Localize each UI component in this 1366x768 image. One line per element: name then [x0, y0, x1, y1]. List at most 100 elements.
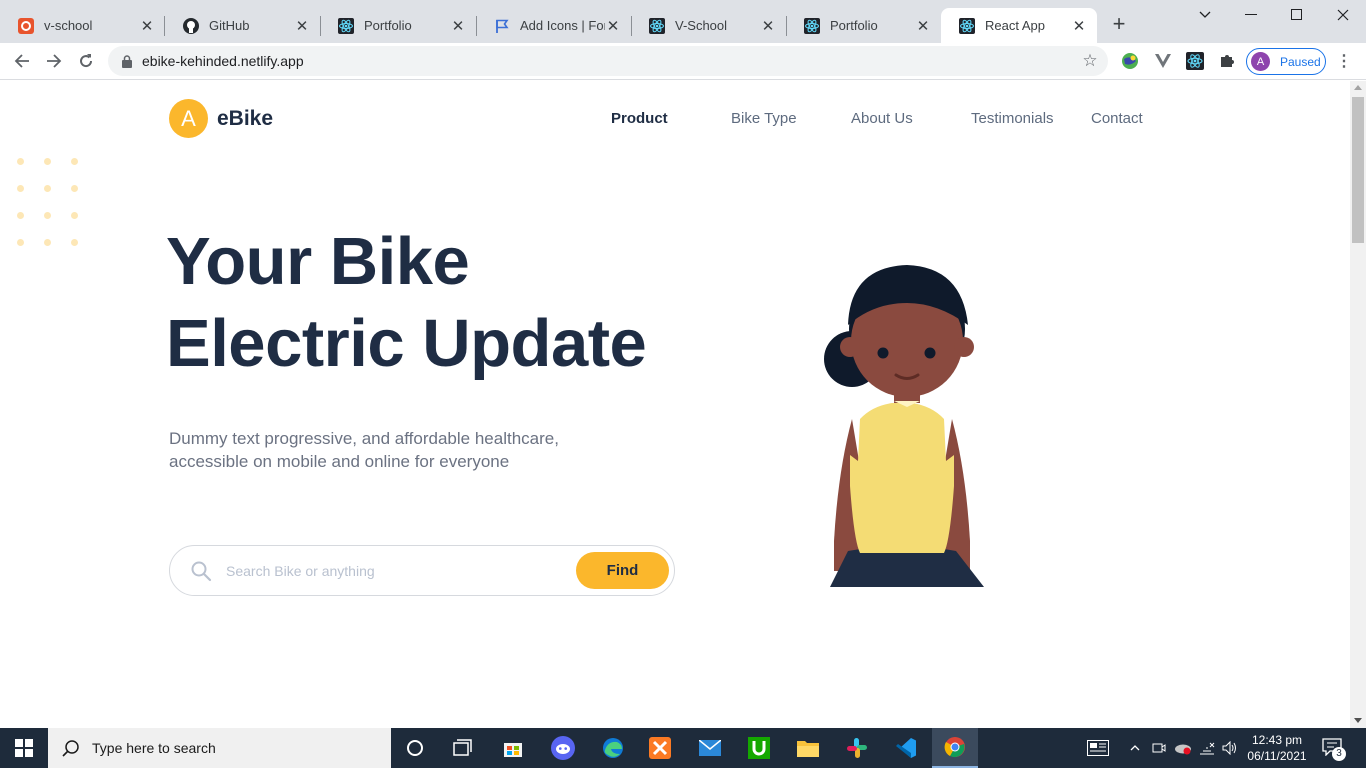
mail-icon[interactable] — [687, 728, 733, 768]
browser-tab[interactable]: GitHub ✕ — [165, 8, 320, 43]
menu-kebab-icon[interactable]: ⋮ — [1336, 51, 1352, 71]
upwork-icon[interactable] — [736, 728, 782, 768]
cortana-icon[interactable] — [392, 728, 438, 768]
reload-icon[interactable] — [74, 49, 98, 73]
slack-icon[interactable] — [834, 728, 880, 768]
vschool-icon — [18, 17, 34, 34]
tab-title: React App — [985, 18, 1045, 33]
clock-date: 06/11/2021 — [1247, 749, 1307, 763]
xampp-icon[interactable] — [637, 728, 683, 768]
logo-text: eBike — [217, 106, 274, 130]
close-icon[interactable]: ✕ — [450, 18, 466, 35]
taskbar-search-placeholder: Type here to search — [92, 740, 216, 756]
extension-vue-icon[interactable] — [1153, 51, 1173, 71]
nav-link-about-us[interactable]: About Us — [851, 110, 913, 127]
network-icon[interactable] — [1198, 728, 1216, 768]
taskbar-search-box[interactable]: Type here to search — [48, 728, 391, 768]
extensions-puzzle-icon[interactable] — [1217, 51, 1237, 71]
address-bar[interactable]: ebike-kehinded.netlify.app ☆ — [108, 46, 1108, 76]
tab-title: Portfolio — [830, 18, 878, 33]
vscode-icon[interactable] — [883, 728, 929, 768]
tab-title: Add Icons | Font — [520, 18, 605, 33]
tab-title: GitHub — [209, 18, 250, 33]
notifications-icon[interactable]: 3 — [1322, 738, 1346, 761]
back-arrow-icon[interactable] — [10, 49, 34, 73]
logo-mark: A — [169, 99, 208, 138]
close-icon[interactable]: ✕ — [915, 18, 931, 35]
lock-icon[interactable] — [120, 54, 134, 68]
browser-tab[interactable]: Portfolio ✕ — [320, 8, 476, 43]
scrollbar-thumb[interactable] — [1352, 97, 1364, 243]
chevron-up-icon[interactable] — [1126, 728, 1144, 768]
page-viewport: A eBike Product Bike Type About Us Testi… — [0, 81, 1350, 728]
nav-link-testimonials[interactable]: Testimonials — [971, 110, 1054, 127]
page-scrollbar[interactable] — [1350, 81, 1366, 728]
avatar: A — [1251, 52, 1270, 71]
close-icon[interactable]: ✕ — [605, 18, 621, 35]
windows-start-icon[interactable] — [0, 728, 48, 768]
clock-time: 12:43 pm — [1251, 733, 1303, 747]
person-illustration — [812, 241, 992, 587]
url-text: ebike-kehinded.netlify.app — [142, 53, 304, 69]
hero-subtitle: Dummy text progressive, and affordable h… — [169, 429, 559, 471]
tab-search-icon[interactable] — [1182, 0, 1228, 30]
browser-tab[interactable]: Add Icons | Font ✕ — [476, 8, 631, 43]
meet-now-icon[interactable] — [1150, 728, 1168, 768]
nav-link-bike-type[interactable]: Bike Type — [731, 110, 797, 127]
browser-tab[interactable]: v-school ✕ — [0, 8, 165, 43]
browser-toolbar: ebike-kehinded.netlify.app ☆ A Paused ⋮ — [0, 43, 1366, 80]
browser-tab-strip: v-school ✕ GitHub ✕ Portfolio ✕ Add Icon… — [0, 0, 1366, 43]
taskbar-clock[interactable]: 12:43 pm 06/11/2021 — [1244, 732, 1310, 764]
window-close-icon[interactable] — [1320, 0, 1366, 30]
hero-title-line-2: Electric Update — [166, 306, 647, 381]
bookmark-star-icon[interactable]: ☆ — [1080, 51, 1100, 71]
scroll-down-arrow-icon[interactable] — [1354, 718, 1362, 723]
file-explorer-icon[interactable] — [785, 728, 831, 768]
site-logo[interactable]: A eBike — [169, 99, 273, 138]
profile-button[interactable]: A Paused — [1246, 48, 1326, 75]
hero-title: Your Bike Electric Update — [166, 221, 647, 385]
notification-count-badge: 3 — [1332, 747, 1346, 761]
search-bar: Find — [169, 545, 675, 596]
news-widget-icon[interactable] — [1084, 728, 1112, 768]
maximize-icon[interactable] — [1274, 0, 1320, 30]
forward-arrow-icon[interactable] — [42, 49, 66, 73]
close-icon[interactable]: ✕ — [294, 18, 310, 35]
task-view-icon[interactable] — [440, 728, 486, 768]
new-tab-button[interactable]: + — [1108, 13, 1130, 36]
edge-icon[interactable] — [590, 728, 636, 768]
browser-tab[interactable]: Portfolio ✕ — [786, 8, 941, 43]
search-icon — [190, 560, 212, 582]
close-icon[interactable]: ✕ — [139, 18, 155, 35]
discord-icon[interactable] — [540, 728, 586, 768]
scroll-up-arrow-icon[interactable] — [1354, 85, 1362, 90]
search-icon — [62, 739, 80, 757]
profile-status: Paused — [1280, 54, 1321, 69]
flag-icon — [494, 18, 510, 34]
search-input[interactable] — [226, 559, 556, 583]
browser-tab[interactable]: V-School ✕ — [631, 8, 786, 43]
github-icon — [183, 17, 199, 34]
decorative-dot-grid — [14, 155, 84, 246]
react-icon — [959, 17, 975, 34]
volume-icon[interactable] — [1220, 728, 1240, 768]
chrome-icon[interactable] — [932, 728, 978, 768]
tab-title: v-school — [44, 18, 93, 33]
nav-link-contact[interactable]: Contact — [1091, 110, 1143, 127]
microsoft-store-icon[interactable] — [490, 728, 536, 768]
minimize-icon[interactable] — [1228, 0, 1274, 30]
onedrive-icon[interactable] — [1172, 728, 1194, 768]
react-icon — [338, 17, 354, 34]
tab-title: Portfolio — [364, 18, 412, 33]
close-icon[interactable]: ✕ — [760, 18, 776, 35]
browser-tab-active[interactable]: React App ✕ — [941, 8, 1097, 43]
extension-react-icon[interactable] — [1185, 51, 1205, 71]
react-icon — [649, 17, 665, 34]
hero-title-line-1: Your Bike — [166, 224, 470, 299]
find-button[interactable]: Find — [576, 552, 669, 589]
tab-title: V-School — [675, 18, 728, 33]
react-icon — [804, 17, 820, 34]
extension-globe-icon[interactable] — [1120, 51, 1140, 71]
close-icon[interactable]: ✕ — [1071, 18, 1087, 35]
nav-link-product[interactable]: Product — [611, 110, 668, 127]
